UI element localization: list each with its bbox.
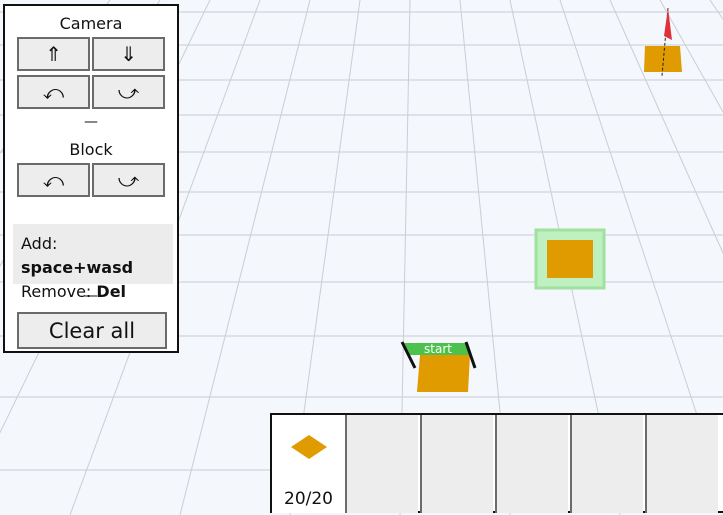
selected-block[interactable] xyxy=(534,228,606,290)
camera-rotate-right-button[interactable]: ⤻ xyxy=(92,75,165,109)
camera-forward-button[interactable]: ⇑ xyxy=(17,37,90,71)
inventory-slot[interactable] xyxy=(345,415,418,513)
add-keys: space+wasd xyxy=(21,258,134,277)
inventory-slot[interactable] xyxy=(420,415,493,513)
camera-title: Camera xyxy=(59,14,123,33)
add-label: Add: xyxy=(21,234,58,253)
block-rotate-right-button[interactable]: ⤻ xyxy=(92,163,165,197)
rotate-left-icon: ⤺ xyxy=(42,80,65,104)
clear-all-button[interactable]: Clear all xyxy=(17,312,167,349)
block-icon xyxy=(291,435,327,459)
inventory-slot-block[interactable]: 20/20 xyxy=(272,415,345,513)
inventory-slot[interactable] xyxy=(570,415,643,513)
rotate-right-icon: ⤻ xyxy=(117,80,140,104)
start-block[interactable] xyxy=(417,355,470,392)
inventory-bar: 20/20 xyxy=(270,413,723,513)
control-panel: Camera ⇑ ⇓ ⤺ ⤻ — Block ⤺ ⤻ Add: space+wa… xyxy=(3,4,179,353)
keyboard-help: Add: space+wasd Remove: Del xyxy=(13,224,173,301)
separator: — xyxy=(84,288,98,304)
arrow-up-icon: ⇑ xyxy=(45,42,62,66)
block-rotate-left-button[interactable]: ⤺ xyxy=(17,163,90,197)
arrow-down-icon: ⇓ xyxy=(120,42,137,66)
start-label: start xyxy=(424,342,452,356)
separator: — xyxy=(84,114,98,130)
camera-back-button[interactable]: ⇓ xyxy=(92,37,165,71)
camera-rotate-left-button[interactable]: ⤺ xyxy=(17,75,90,109)
rotate-left-icon: ⤺ xyxy=(42,168,65,192)
add-hint: Add: space+wasd xyxy=(21,232,173,280)
rotate-right-icon: ⤻ xyxy=(117,168,140,192)
inventory-slot[interactable] xyxy=(645,415,718,513)
block-count: 20/20 xyxy=(284,489,333,509)
block-title: Block xyxy=(69,140,113,159)
inventory-slot[interactable] xyxy=(495,415,568,513)
